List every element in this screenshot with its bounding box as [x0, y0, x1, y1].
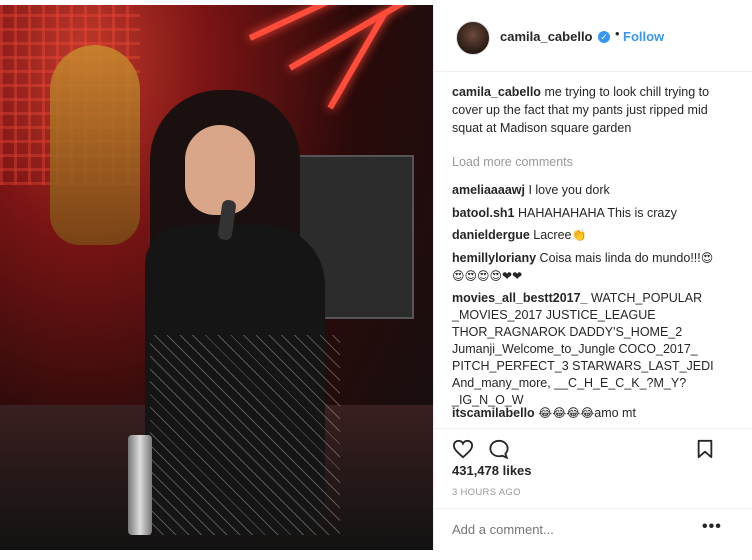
comment-username[interactable]: danieldergue [452, 228, 530, 242]
caption-username[interactable]: camila_cabello [452, 85, 541, 99]
performer-face [185, 125, 255, 215]
clap-emoji: 👏 [571, 228, 587, 242]
post-side-panel: camila_cabello ✓ • Follow camila_cabello… [433, 5, 752, 550]
comment-username[interactable]: hemillyloriany [452, 251, 536, 265]
comment-text: HAHAHAHAHA This is crazy [518, 206, 677, 220]
comment-username[interactable]: itscamilabello [452, 406, 535, 420]
add-comment-input[interactable] [452, 522, 682, 537]
comment-username[interactable]: movies_all_bestt2017_ [452, 291, 588, 305]
mic-stand [128, 435, 152, 535]
separator-dot: • [615, 26, 620, 41]
verified-badge-icon: ✓ [598, 31, 610, 43]
avatar[interactable] [456, 21, 490, 55]
instagram-post: camila_cabello ✓ • Follow camila_cabello… [0, 0, 752, 560]
comment-item: batool.sh1 HAHAHAHAHA This is crazy [452, 204, 722, 222]
guitar [50, 45, 140, 245]
bookmark-icon[interactable] [696, 439, 714, 459]
laughing-emoji: 😂😂😂😂 [538, 406, 595, 420]
caption: camila_cabello me trying to look chill t… [452, 83, 722, 137]
comment-text: I love you dork [528, 183, 610, 197]
comment-text: WATCH_POPULAR _MOVIES_2017 JUSTICE_LEAGU… [452, 291, 714, 407]
comment-username[interactable]: batool.sh1 [452, 206, 515, 220]
more-options-icon[interactable]: ••• [702, 518, 722, 536]
comment-composer: ••• [434, 508, 752, 551]
comment-text: Coisa mais linda do mundo!!! [539, 251, 701, 265]
post-photo[interactable] [0, 5, 433, 550]
comment-text: Lacree [533, 228, 572, 242]
load-more-comments-link[interactable]: Load more comments [452, 155, 573, 169]
heart-icon[interactable] [452, 439, 474, 459]
comment-text: amo mt [594, 406, 636, 420]
header-username[interactable]: camila_cabello [500, 29, 593, 44]
comment-icon[interactable] [488, 439, 510, 459]
follow-button[interactable]: Follow [623, 29, 664, 44]
comment-item: movies_all_bestt2017_ WATCH_POPULAR _MOV… [452, 290, 722, 409]
sequined-pants [150, 335, 340, 535]
comment-item: hemillyloriany Coisa mais linda do mundo… [452, 249, 722, 285]
comment-item: itscamilabello 😂😂😂😂amo mt [452, 404, 722, 422]
like-count[interactable]: 431,478 likes [452, 463, 532, 478]
post-timestamp[interactable]: 3 HOURS AGO [452, 487, 521, 498]
comment-item: ameliaaaawj I love you dork [452, 181, 722, 199]
comment-item: danieldergue Lacree👏 [452, 226, 722, 244]
comment-username[interactable]: ameliaaaawj [452, 183, 525, 197]
post-header: camila_cabello ✓ • Follow [434, 5, 752, 72]
stage-light-beam [288, 5, 413, 71]
stage-light-beam [248, 5, 379, 41]
